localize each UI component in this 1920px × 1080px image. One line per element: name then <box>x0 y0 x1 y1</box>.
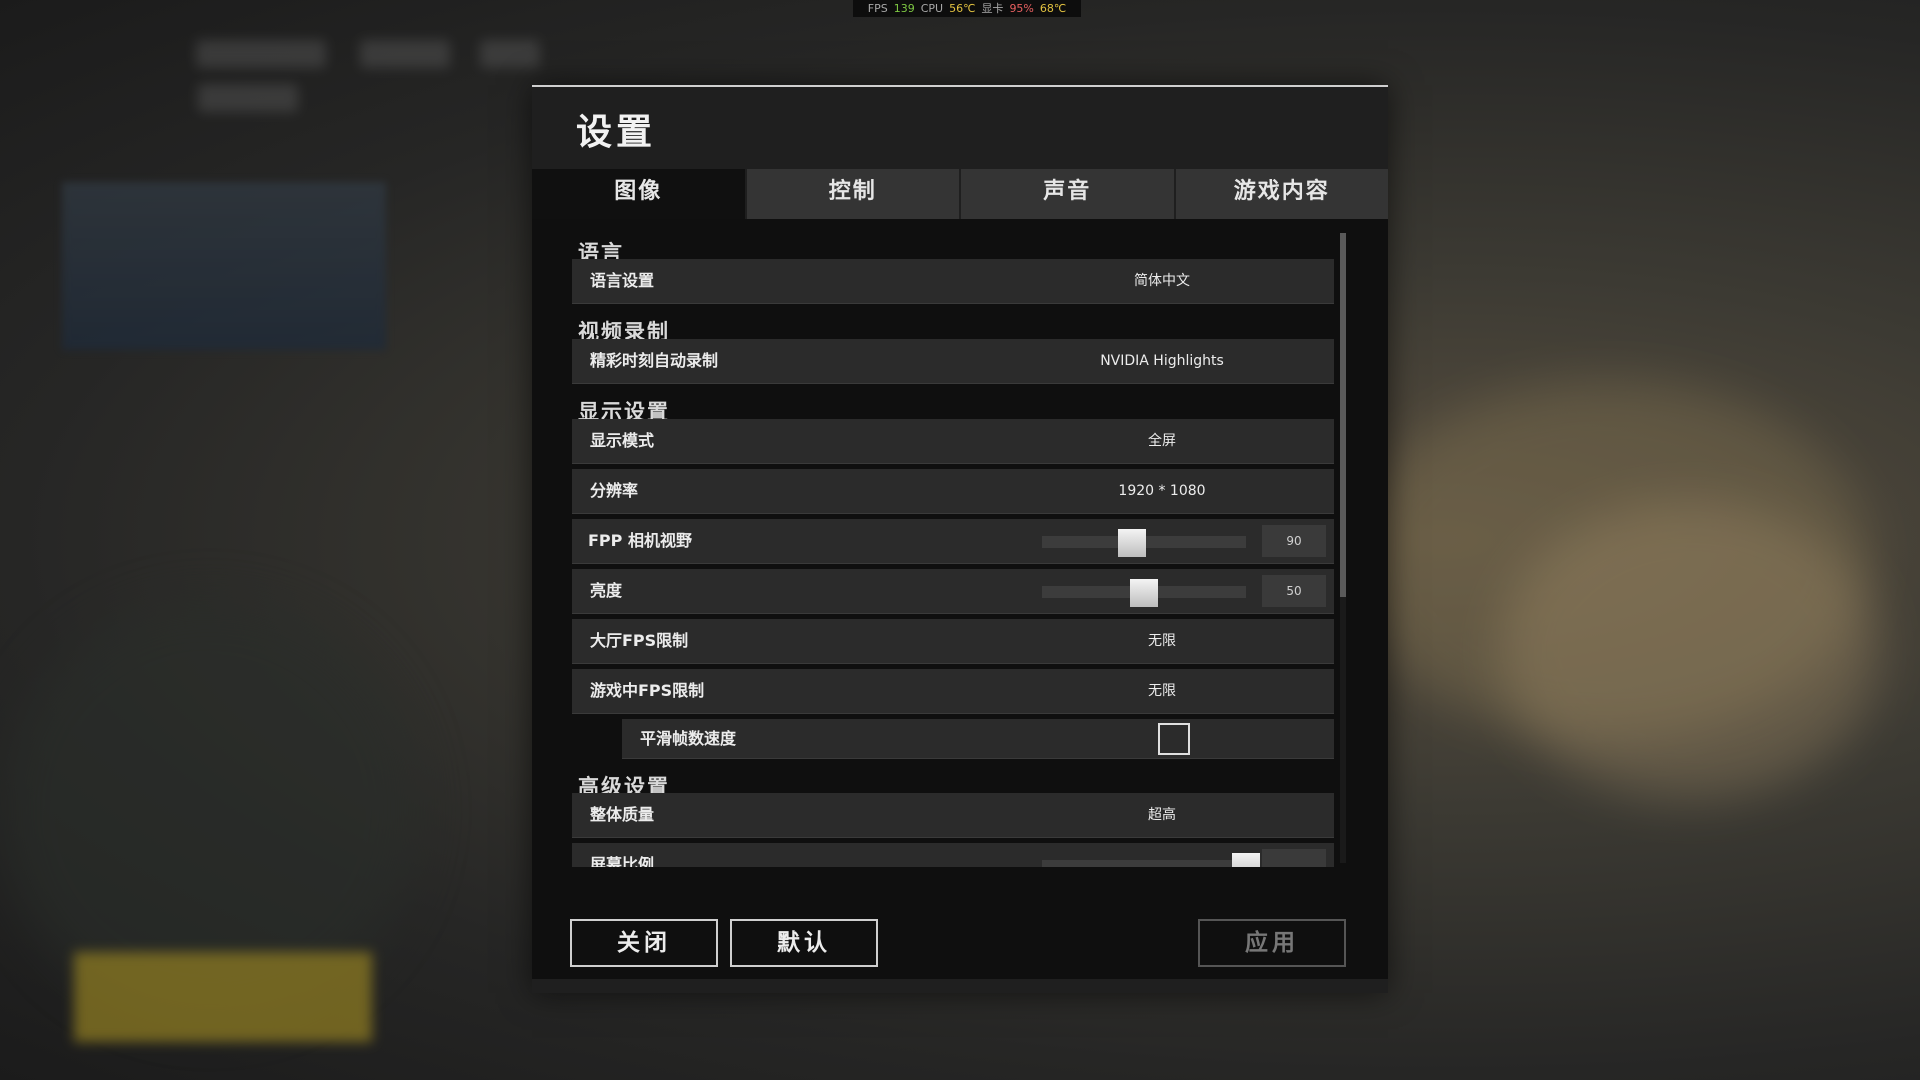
tab-graphics[interactable]: 图像 <box>532 169 745 219</box>
background-menu-blur <box>360 40 450 68</box>
background-menu-blur <box>480 40 540 68</box>
fps-label: FPS <box>867 2 888 15</box>
fps-value: 139 <box>893 2 915 15</box>
setting-label: 精彩时刻自动录制 <box>590 351 719 370</box>
display-mode-select[interactable]: 全屏 <box>1012 419 1312 463</box>
brightness-slider[interactable] <box>1042 579 1246 607</box>
ingame-fps-select[interactable]: 无限 <box>1012 669 1312 713</box>
background-blur <box>1500 500 1880 800</box>
settings-dialog: 设置 图像 控制 声音 游戏内容 语言 语言设置 简体中文 视频录制 精彩时刻自… <box>532 85 1388 993</box>
settings-tabs: 图像 控制 声音 游戏内容 <box>532 169 1388 219</box>
cpu-label: CPU <box>920 2 944 15</box>
tab-controls[interactable]: 控制 <box>746 169 959 219</box>
setting-label: 平滑帧数速度 <box>640 729 737 748</box>
setting-row-lobby-fps[interactable]: 大厅FPS限制 无限 <box>572 619 1334 664</box>
screen-scale-slider-thumb[interactable] <box>1232 853 1260 867</box>
panel-top-divider <box>532 85 1388 87</box>
fov-slider[interactable] <box>1042 529 1246 557</box>
background-start-button <box>74 952 372 1042</box>
brightness-value[interactable]: 50 <box>1262 575 1326 607</box>
page-title: 设置 <box>576 112 657 153</box>
tab-sound[interactable]: 声音 <box>961 169 1174 219</box>
setting-row-smooth-fps: 平滑帧数速度 <box>622 719 1334 759</box>
setting-row-overall-quality[interactable]: 整体质量 超高 <box>572 793 1334 838</box>
tab-gameplay[interactable]: 游戏内容 <box>1175 169 1388 219</box>
language-select[interactable]: 简体中文 <box>1012 259 1312 303</box>
setting-label: 分辨率 <box>590 481 639 500</box>
setting-row-display-mode[interactable]: 显示模式 全屏 <box>572 419 1334 464</box>
setting-row-highlights[interactable]: 精彩时刻自动录制 NVIDIA Highlights <box>572 339 1334 384</box>
smooth-fps-checkbox[interactable] <box>1158 723 1190 755</box>
settings-content: 语言 语言设置 简体中文 视频录制 精彩时刻自动录制 NVIDIA Highli… <box>532 219 1388 979</box>
screen-scale-value[interactable] <box>1262 849 1326 867</box>
gpu-usage: 95% <box>1009 2 1034 15</box>
setting-row-fpp-fov: FPP 相机视野 90 <box>572 519 1334 564</box>
setting-label: 显示模式 <box>590 431 655 450</box>
close-button[interactable]: 关闭 <box>570 919 718 967</box>
gpu-temp: 68℃ <box>1039 2 1067 15</box>
setting-label: 整体质量 <box>590 805 655 824</box>
default-button[interactable]: 默认 <box>730 919 878 967</box>
setting-label: FPP 相机视野 <box>588 531 692 550</box>
settings-scrollbar[interactable] <box>1340 233 1346 863</box>
gpu-label: 显卡 <box>981 2 1004 15</box>
brightness-slider-thumb[interactable] <box>1130 579 1158 607</box>
screen-scale-slider[interactable] <box>1042 853 1260 867</box>
highlights-select[interactable]: NVIDIA Highlights <box>1012 339 1312 383</box>
fov-value[interactable]: 90 <box>1262 525 1326 557</box>
overall-quality-select[interactable]: 超高 <box>1012 793 1312 837</box>
background-lobby-card <box>62 182 386 350</box>
setting-label: 游戏中FPS限制 <box>590 681 705 700</box>
settings-scroll-view[interactable]: 语言 语言设置 简体中文 视频录制 精彩时刻自动录制 NVIDIA Highli… <box>572 229 1334 867</box>
lobby-fps-select[interactable]: 无限 <box>1012 619 1312 663</box>
cpu-temp: 56℃ <box>949 2 976 15</box>
setting-row-ingame-fps[interactable]: 游戏中FPS限制 无限 <box>572 669 1334 714</box>
resolution-select[interactable]: 1920 * 1080 <box>1012 469 1312 513</box>
setting-label: 亮度 <box>590 581 623 600</box>
setting-row-brightness: 亮度 50 <box>572 569 1334 614</box>
setting-label: 语言设置 <box>590 271 655 290</box>
performance-overlay: FPS 139 CPU 56℃ 显卡 95% 68℃ <box>853 0 1081 17</box>
setting-row-language[interactable]: 语言设置 简体中文 <box>572 259 1334 304</box>
background-menu-blur <box>198 84 298 112</box>
setting-row-screen-scale: 屏幕比例 <box>572 843 1334 867</box>
background-menu-blur <box>196 40 326 68</box>
fov-slider-thumb[interactable] <box>1117 529 1146 557</box>
setting-label: 屏幕比例 <box>590 855 655 867</box>
apply-button[interactable]: 应用 <box>1198 919 1346 967</box>
scrollbar-thumb[interactable] <box>1340 233 1346 597</box>
game-lobby-background: FPS 139 CPU 56℃ 显卡 95% 68℃ 设置 图像 控制 声音 游… <box>0 0 1920 1080</box>
setting-label: 大厅FPS限制 <box>590 631 689 650</box>
setting-row-resolution[interactable]: 分辨率 1920 * 1080 <box>572 469 1334 514</box>
